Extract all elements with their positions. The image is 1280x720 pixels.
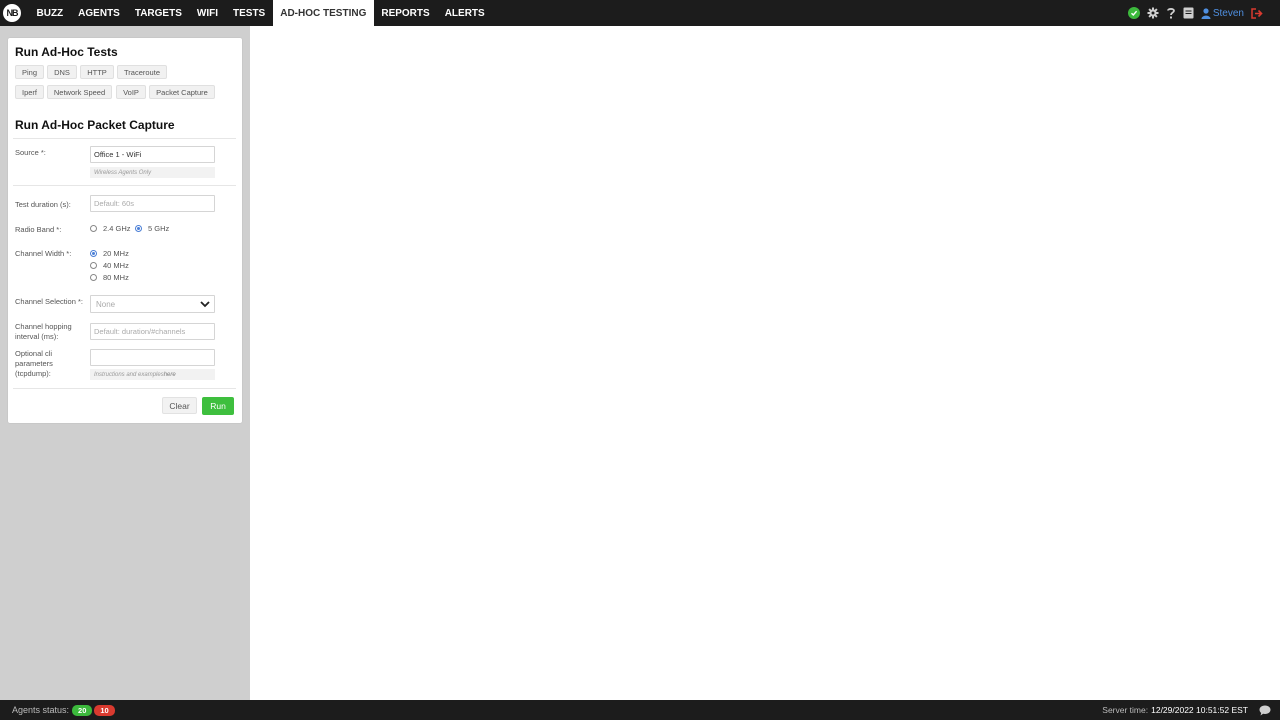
cli-label-line2: parameters (15, 359, 53, 368)
channel-selection-value: None (96, 299, 116, 309)
duration-label: Test duration (s): (15, 200, 71, 209)
radio-band-5ghz[interactable] (135, 225, 142, 232)
user-icon (1201, 7, 1211, 19)
panel-title: Run Ad-Hoc Tests (15, 45, 118, 59)
voip-button[interactable]: VoIP (116, 85, 146, 99)
channel-selection-label: Channel Selection *: (15, 297, 83, 306)
channel-width-40mhz[interactable] (90, 262, 97, 269)
cli-label-line1: Optional cli (15, 349, 53, 358)
book-icon[interactable] (1183, 7, 1194, 19)
cli-params-input[interactable] (90, 349, 215, 366)
nav-reports[interactable]: REPORTS (374, 0, 437, 26)
server-time-label: Server time: (1102, 705, 1149, 715)
chat-icon[interactable] (1259, 705, 1271, 716)
traceroute-button[interactable]: Traceroute (117, 65, 167, 79)
packet-capture-button[interactable]: Packet Capture (149, 85, 215, 99)
cli-hint-text: Instructions and examples (94, 371, 164, 378)
packet-capture-title: Run Ad-Hoc Packet Capture (15, 118, 175, 132)
nav-targets[interactable]: TARGETS (127, 0, 189, 26)
user-name: Steven (1212, 7, 1244, 19)
help-icon[interactable] (1166, 7, 1176, 19)
nav-agents[interactable]: AGENTS (71, 0, 128, 26)
cli-hint: Instructions and examples here (90, 369, 215, 380)
channel-width-80mhz-label: 80 MHz (103, 273, 129, 282)
nav-wifi[interactable]: WIFI (189, 0, 225, 26)
agents-ok-badge[interactable]: 20 (72, 704, 93, 716)
hopping-label-line2: interval (ms): (15, 332, 59, 341)
nav-right-tools: Steven (1127, 0, 1264, 26)
iperf-button[interactable]: Iperf (15, 85, 44, 99)
channel-width-20mhz-label: 20 MHz (103, 249, 129, 258)
hopping-interval-input[interactable] (90, 323, 215, 340)
channel-width-80mhz[interactable] (90, 274, 97, 281)
nav-buzz[interactable]: BUZZ (29, 0, 71, 26)
radio-band-label: Radio Band *: (15, 225, 62, 234)
radio-band-2-4ghz-label: 2.4 GHz (103, 224, 131, 233)
chevron-down-icon (200, 300, 210, 308)
nav-tests[interactable]: TESTS (226, 0, 273, 26)
logo[interactable]: NB (3, 4, 21, 22)
channel-width-40mhz-label: 40 MHz (103, 261, 129, 270)
channel-width-20mhz[interactable] (90, 250, 97, 257)
ping-button[interactable]: Ping (15, 65, 44, 79)
server-time: Server time: 12/29/2022 10:51:52 EST (1102, 700, 1248, 720)
network-speed-button[interactable]: Network Speed (47, 85, 112, 99)
run-button[interactable]: Run (202, 397, 234, 415)
cli-hint-link[interactable]: here (164, 372, 176, 378)
nav-alerts[interactable]: ALERTS (437, 0, 492, 26)
dns-button[interactable]: DNS (47, 65, 77, 79)
channel-selection-dropdown[interactable]: None (90, 295, 215, 313)
agents-status-label: Agents status: (12, 705, 70, 715)
ad-hoc-panel: Run Ad-Hoc Tests Ping DNS HTTP Tracerout… (8, 38, 242, 423)
logout-icon[interactable] (1251, 7, 1264, 19)
source-input[interactable] (90, 146, 215, 163)
nav-ad-hoc-testing[interactable]: AD-HOC TESTING (272, 0, 374, 26)
check-circle-icon[interactable] (1127, 7, 1140, 19)
radio-band-2-4ghz[interactable] (90, 225, 97, 232)
http-button[interactable]: HTTP (80, 65, 114, 79)
source-label: Source *: (15, 148, 46, 157)
divider (13, 388, 236, 389)
duration-input[interactable] (90, 195, 215, 212)
server-time-value: 12/29/2022 10:51:52 EST (1151, 705, 1248, 715)
gear-icon[interactable] (1147, 7, 1159, 19)
radio-band-5ghz-label: 5 GHz (148, 224, 170, 233)
status-bar: Agents status: 20 10 Server time: 12/29/… (0, 700, 1280, 720)
agents-error-badge[interactable]: 10 (94, 704, 115, 716)
source-hint: Wireless Agents Only (90, 167, 215, 178)
top-nav: NB BUZZ AGENTS TARGETS WIFI TESTS AD-HOC… (0, 0, 1280, 26)
user-menu[interactable]: Steven (1201, 8, 1244, 19)
channel-width-label: Channel Width *: (15, 249, 72, 258)
clear-button[interactable]: Clear (162, 397, 197, 414)
divider (13, 185, 236, 186)
cli-label-line3: (tcpdump): (15, 369, 51, 378)
divider (13, 138, 236, 139)
hopping-label-line1: Channel hopping (15, 322, 72, 331)
